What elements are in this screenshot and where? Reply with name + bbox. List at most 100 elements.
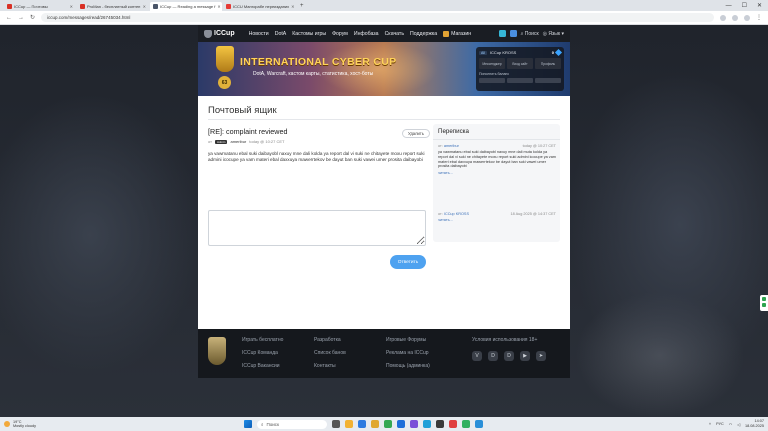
close-tab-icon[interactable]: ✕ [217, 4, 220, 9]
shopping-bag-icon [443, 30, 450, 37]
back-icon[interactable]: ← [6, 15, 12, 21]
thread-header: от: ameribur today @ 10:27 CET [438, 144, 556, 148]
footer-link[interactable]: Контакты [314, 363, 346, 369]
close-tab-icon[interactable]: ✕ [291, 4, 294, 9]
app-icon[interactable] [358, 420, 366, 428]
page-viewport: ICCup Новости DotA Кастомы игры Форум Ин… [0, 25, 768, 417]
wifi-icon[interactable]: ◠ [729, 422, 732, 427]
profile-link[interactable]: Профиль [535, 58, 561, 69]
extensions-icon[interactable] [732, 14, 738, 21]
weather-desc: Mostly cloudy [13, 424, 37, 428]
reply-textarea[interactable] [208, 210, 426, 246]
close-tab-icon[interactable]: ✕ [70, 4, 73, 9]
app-icon[interactable] [449, 420, 457, 428]
maximize-button[interactable]: ☐ [742, 2, 747, 9]
weather-icon [4, 421, 10, 427]
nav-infobase[interactable]: Инфобаза [354, 31, 379, 37]
messages-icon[interactable] [498, 30, 506, 37]
weather-widget[interactable]: 19°C Mostly cloudy [4, 420, 184, 428]
taskbar-search[interactable]: ⌕ Поиск [257, 419, 327, 429]
browser-tab[interactable]: ProMan - бесплатный контен ✕ [77, 2, 149, 11]
delete-button[interactable]: Удалить [402, 129, 430, 138]
discord-icon[interactable]: D [504, 351, 514, 361]
app-icon[interactable] [371, 420, 379, 428]
profile-icon[interactable] [744, 14, 750, 21]
profile-messenger[interactable]: Мессенджер [479, 58, 505, 69]
message-subject: [RE]: complaint reviewed [208, 127, 288, 136]
search-link[interactable]: ⌕ Поиск [521, 31, 539, 37]
app-icon[interactable] [345, 420, 353, 428]
thread-read-link[interactable]: читать... [438, 218, 556, 222]
footer-link[interactable]: Помощь (админка) [386, 363, 430, 369]
thread-author[interactable]: ICCup KROSS [444, 212, 469, 216]
address-bar[interactable]: iccup.com/messages/read/26745034.html [41, 13, 714, 22]
footer-link[interactable]: Реклама на ICCup [386, 350, 430, 356]
banner-title: INTERNATIONAL CYBER CUP [240, 56, 397, 68]
taskview-icon[interactable] [332, 420, 340, 428]
clock[interactable]: 14:07 18.08.2025 [745, 419, 764, 428]
app-icon[interactable] [397, 420, 405, 428]
profile-username[interactable]: ICCup KROSS [490, 50, 516, 55]
nav-support[interactable]: Поддержка [410, 31, 437, 37]
browser-tab[interactable]: ICCU Мангорабе переизданих ✕ [223, 2, 295, 11]
browser-tab[interactable]: ICCup — Почтовы ✕ [4, 2, 76, 11]
app-icon[interactable] [475, 420, 483, 428]
thread-author[interactable]: ameribur [444, 144, 459, 148]
thread-read-link[interactable]: читать... [438, 171, 556, 175]
social-links: V D D ▶ ➤ [472, 351, 546, 361]
profile-site-login[interactable]: Вход сайт [507, 58, 533, 69]
nav-right: ⌕ Поиск ◎ Язык ▾ [498, 30, 564, 37]
footer-link[interactable]: Игровые Форумы [386, 337, 430, 343]
shield-icon [204, 29, 212, 38]
language-indicator[interactable]: РУС [716, 422, 724, 426]
new-tab-button[interactable]: + [296, 2, 308, 11]
footer-link[interactable]: ICCup Команда [242, 350, 283, 356]
bookmark-icon[interactable] [720, 14, 726, 21]
menu-icon[interactable]: ⋮ [756, 14, 762, 21]
site-logo[interactable]: ICCup [204, 29, 235, 38]
discord-icon[interactable]: D [488, 351, 498, 361]
nav-dota[interactable]: DotA [275, 31, 287, 37]
app-icon[interactable] [410, 420, 418, 428]
app-icon[interactable] [436, 420, 444, 428]
close-window-button[interactable]: ✕ [757, 2, 762, 9]
terms-link[interactable]: Условия использования 18+ [472, 337, 537, 343]
message-author[interactable]: ameribur [230, 139, 246, 144]
windows-start-icon[interactable] [244, 420, 252, 428]
youtube-icon[interactable]: ▶ [520, 351, 530, 361]
tab-title: ICCup — Почтовы [14, 4, 48, 9]
thread-item[interactable]: от: ameribur today @ 10:27 CET ya vawmat… [438, 144, 556, 175]
reply-button[interactable]: Ответить [390, 255, 426, 269]
footer-link[interactable]: Разработка [314, 337, 346, 343]
nav-custom-games[interactable]: Кастомы игры [292, 31, 326, 37]
app-icon[interactable] [462, 420, 470, 428]
language-selector[interactable]: ◎ Язык ▾ [543, 31, 564, 37]
nav-shop[interactable]: Магазин [443, 30, 471, 37]
from-prefix: от [208, 139, 212, 144]
close-tab-icon[interactable]: ✕ [143, 4, 146, 9]
footer-logo-icon [208, 337, 226, 365]
minimize-button[interactable]: — [726, 3, 732, 9]
tab-title: ICCup — Reading a message f [160, 4, 216, 9]
nav-news[interactable]: Новости [249, 31, 269, 37]
volume-icon[interactable]: ◁ [737, 422, 740, 427]
footer-link[interactable]: Играть бесплатно [242, 337, 283, 343]
footer-link[interactable]: ICCup Вакансии [242, 363, 283, 369]
chrome-icon[interactable] [384, 420, 392, 428]
tray-chevron-icon[interactable]: ˄ [709, 422, 711, 426]
footer-link[interactable]: Список банов [314, 350, 346, 356]
nav-download[interactable]: Скачать [385, 31, 404, 37]
vk-icon[interactable]: V [472, 351, 482, 361]
app-icon[interactable] [423, 420, 431, 428]
reload-icon[interactable]: ↻ [30, 14, 35, 21]
thread-item[interactable]: от: ICCup KROSS 18 Aug 2025 @ 14:37 CET … [438, 212, 556, 222]
side-widget[interactable] [760, 295, 768, 311]
profile-balance-label[interactable]: Пополнить баланс [479, 72, 561, 76]
site-footer: Играть бесплатно ICCup Команда ICCup Вак… [198, 329, 570, 378]
nav-forum[interactable]: Форум [332, 31, 348, 37]
forward-icon[interactable]: → [18, 15, 24, 21]
browser-tab-active[interactable]: ICCup — Reading a message f ✕ [150, 2, 222, 11]
telegram-icon[interactable]: ➤ [536, 351, 546, 361]
main-content: Почтовый ящик [RE]: complaint reviewed У… [198, 96, 570, 329]
user-icon[interactable] [509, 30, 517, 37]
